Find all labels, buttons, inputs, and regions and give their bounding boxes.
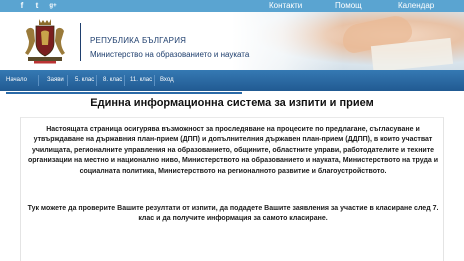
header-divider — [80, 23, 81, 61]
site-header: РЕПУБЛИКА БЪЛГАРИЯ Министерство на образ… — [0, 12, 464, 70]
nav-grade-5[interactable]: 5. клас — [75, 77, 94, 84]
help-link[interactable]: Помощ — [335, 1, 362, 11]
page-title: Единна информационна система за изпити и… — [90, 97, 374, 109]
nav-grade-8[interactable]: 8. клас — [103, 77, 122, 84]
intro-paragraph: Настоящата страница осигурява възможност… — [27, 126, 439, 175]
content-panel: Настоящата страница осигурява възможност… — [20, 117, 444, 261]
ministry-name[interactable]: Министерство на образованието и науката — [90, 50, 249, 59]
main-nav: Начало Заяви 5. клас 8. клас 11. клас Вх… — [0, 70, 464, 91]
top-utility-bar: f t g+ Контакти Помощ Календар — [0, 0, 464, 12]
nav-applications[interactable]: Заяви — [47, 77, 64, 84]
country-name: РЕПУБЛИКА БЪЛГАРИЯ — [90, 36, 187, 45]
calendar-link[interactable]: Календар — [398, 1, 434, 11]
contacts-link[interactable]: Контакти — [269, 1, 302, 11]
nav-grade-11[interactable]: 11. клас — [130, 77, 152, 84]
nav-home[interactable]: Начало — [6, 77, 27, 84]
google-plus-icon[interactable]: g+ — [48, 1, 58, 11]
nav-login[interactable]: Вход — [160, 77, 174, 84]
twitter-icon[interactable]: t — [32, 1, 42, 11]
nav-underline — [6, 92, 242, 94]
facebook-icon[interactable]: f — [17, 1, 27, 11]
coat-of-arms-icon[interactable] — [22, 17, 68, 65]
header-photo — [232, 12, 464, 70]
results-paragraph: Тук можете да проверите Вашите резултати… — [27, 205, 439, 223]
